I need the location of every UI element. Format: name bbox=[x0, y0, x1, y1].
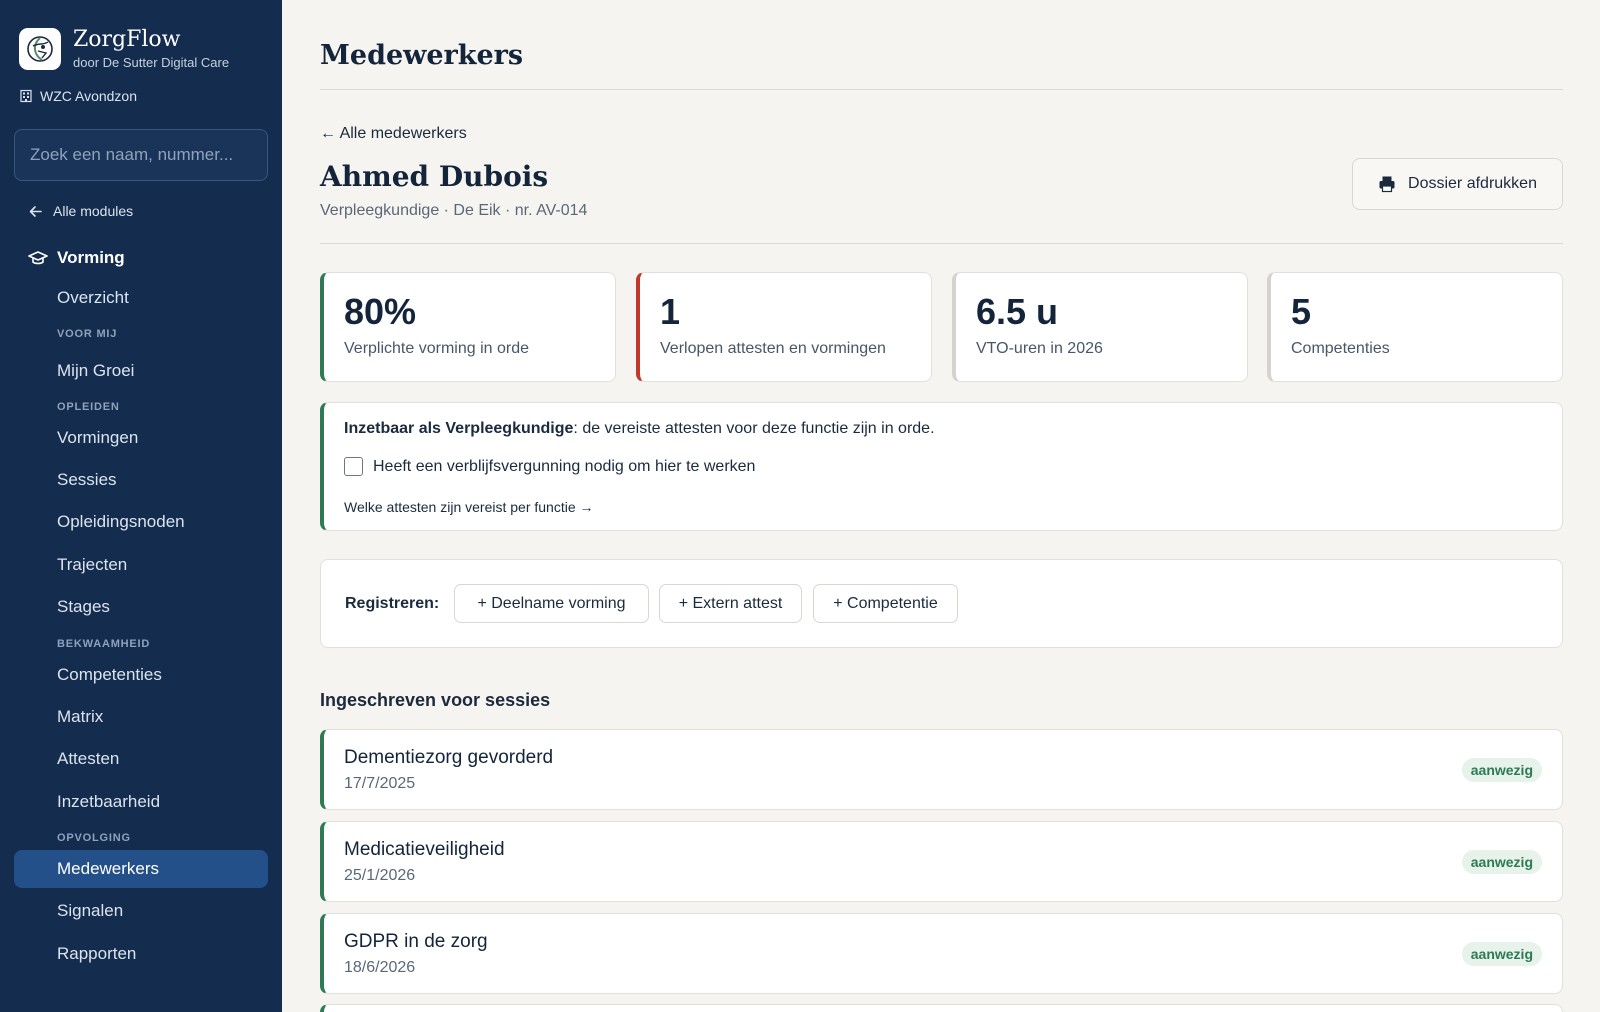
status-badge: aanwezig bbox=[1461, 758, 1542, 782]
session-row[interactable]: Dementiezorg gevorderd 17/7/2025 aanwezi… bbox=[320, 729, 1563, 810]
deployability-status: Inzetbaar als Verpleegkundige: de vereis… bbox=[344, 420, 935, 438]
sidebar-section-opleiden: OPLEIDEN bbox=[57, 401, 120, 413]
stat-card-expired: 1 Verlopen attesten en vormingen bbox=[636, 272, 932, 382]
employee-meta: Verpleegkundige · De Eik · nr. AV-014 bbox=[320, 202, 588, 219]
sidebar-item-inzetbaarheid[interactable]: Inzetbaarheid bbox=[14, 783, 268, 821]
print-dossier-button[interactable]: Dossier afdrukken bbox=[1352, 158, 1563, 210]
sidebar-item-overzicht[interactable]: Overzicht bbox=[14, 279, 268, 317]
stat-card-competencies: 5 Competenties bbox=[1267, 272, 1563, 382]
facility[interactable]: WZC Avondzon bbox=[19, 88, 137, 104]
deployability-role: Inzetbaar als Verpleegkundige bbox=[344, 420, 574, 437]
sidebar-item-attesten[interactable]: Attesten bbox=[14, 740, 268, 778]
stat-card-vto-hours: 6.5 u VTO-uren in 2026 bbox=[952, 272, 1248, 382]
brand[interactable]: ZorgFlow door De Sutter Digital Care bbox=[19, 27, 229, 70]
sidebar: ZorgFlow door De Sutter Digital Care WZC… bbox=[0, 0, 282, 1012]
stat-label: Verlopen attesten en vormingen bbox=[660, 340, 886, 357]
session-row[interactable]: GDPR in de zorg 18/6/2026 aanwezig bbox=[320, 913, 1563, 994]
app-name: ZorgFlow bbox=[73, 27, 181, 52]
stat-value: 5 bbox=[1291, 291, 1312, 332]
stat-label: Competenties bbox=[1291, 340, 1390, 357]
sidebar-item-rapporten[interactable]: Rapporten bbox=[14, 935, 268, 973]
sessions-section-title: Ingeschreven voor sessies bbox=[320, 690, 551, 710]
sidebar-section-voor-mij: VOOR MIJ bbox=[57, 328, 118, 340]
zorgflow-logo-icon bbox=[19, 27, 61, 70]
arrow-left-icon bbox=[29, 205, 42, 217]
module-label: Vorming bbox=[57, 248, 125, 267]
stat-label: VTO-uren in 2026 bbox=[976, 340, 1103, 357]
session-title: Dementiezorg gevorderd bbox=[344, 747, 554, 768]
residence-permit-checkbox[interactable] bbox=[344, 457, 363, 476]
sidebar-item-signalen[interactable]: Signalen bbox=[14, 892, 268, 930]
divider bbox=[320, 89, 1563, 90]
all-modules-label: Alle modules bbox=[53, 203, 134, 219]
deployability-text: : de vereiste attesten voor deze functie… bbox=[573, 420, 935, 437]
divider bbox=[320, 243, 1563, 244]
stat-value: 1 bbox=[660, 291, 681, 332]
stat-value: 6.5 u bbox=[976, 291, 1059, 332]
register-label: Registreren: bbox=[345, 595, 440, 612]
sidebar-item-opleidingsnoden[interactable]: Opleidingsnoden bbox=[14, 503, 268, 541]
sidebar-item-mijn-groei[interactable]: Mijn Groei bbox=[14, 352, 268, 390]
search-input[interactable] bbox=[14, 129, 268, 181]
print-dossier-label: Dossier afdrukken bbox=[1408, 175, 1537, 192]
session-date: 18/6/2026 bbox=[344, 959, 416, 976]
app-subtitle: door De Sutter Digital Care bbox=[73, 55, 230, 70]
register-card: Registreren: + Deelname vorming + Extern… bbox=[320, 559, 1563, 648]
status-badge: aanwezig bbox=[1461, 942, 1542, 966]
sidebar-item-medewerkers[interactable]: Medewerkers bbox=[14, 850, 268, 888]
sidebar-item-competenties[interactable]: Competenties bbox=[14, 656, 268, 694]
stat-label: Verplichte vorming in orde bbox=[344, 340, 529, 357]
page-title: Medewerkers bbox=[320, 40, 524, 71]
session-row[interactable] bbox=[320, 1004, 1563, 1012]
required-attests-link[interactable]: Welke attesten zijn vereist per functie … bbox=[344, 499, 594, 515]
session-row[interactable]: Medicatieveiligheid 25/1/2026 aanwezig bbox=[320, 821, 1563, 902]
facility-name: WZC Avondzon bbox=[40, 88, 138, 104]
sidebar-item-matrix[interactable]: Matrix bbox=[14, 698, 268, 736]
session-title: Medicatieveiligheid bbox=[344, 839, 505, 860]
module-vorming[interactable]: Vorming bbox=[28, 248, 125, 268]
session-date: 25/1/2026 bbox=[344, 867, 416, 884]
sidebar-item-vormingen[interactable]: Vormingen bbox=[14, 419, 268, 457]
all-employees-link[interactable]: ← Alle medewerkers bbox=[320, 125, 467, 143]
printer-icon bbox=[1379, 176, 1395, 193]
employee-name: Ahmed Dubois bbox=[320, 160, 549, 193]
sidebar-section-bekwaamheid: BEKWAAMHEID bbox=[57, 638, 151, 650]
sidebar-item-trajecten[interactable]: Trajecten bbox=[14, 546, 268, 584]
session-title: GDPR in de zorg bbox=[344, 931, 488, 952]
residence-permit-option[interactable]: Heeft een verblijfsvergunning nodig om h… bbox=[344, 457, 755, 476]
add-training-participation-button[interactable]: + Deelname vorming bbox=[454, 584, 649, 623]
sidebar-item-stages[interactable]: Stages bbox=[14, 588, 268, 626]
deployability-card: Inzetbaar als Verpleegkundige: de vereis… bbox=[320, 402, 1563, 531]
sidebar-item-sessies[interactable]: Sessies bbox=[14, 461, 268, 499]
sidebar-section-opvolging: OPVOLGING bbox=[57, 832, 131, 844]
building-icon bbox=[20, 89, 32, 103]
add-competency-button[interactable]: + Competentie bbox=[813, 584, 958, 623]
residence-permit-label: Heeft een verblijfsvergunning nodig om h… bbox=[373, 457, 756, 475]
all-modules-link[interactable]: Alle modules bbox=[28, 203, 133, 219]
stat-value: 80% bbox=[344, 291, 417, 332]
graduation-cap-icon bbox=[28, 251, 48, 265]
status-badge: aanwezig bbox=[1461, 850, 1542, 874]
add-external-attest-button[interactable]: + Extern attest bbox=[659, 584, 802, 623]
session-date: 17/7/2025 bbox=[344, 775, 416, 792]
stat-card-mandatory-training: 80% Verplichte vorming in orde bbox=[320, 272, 616, 382]
